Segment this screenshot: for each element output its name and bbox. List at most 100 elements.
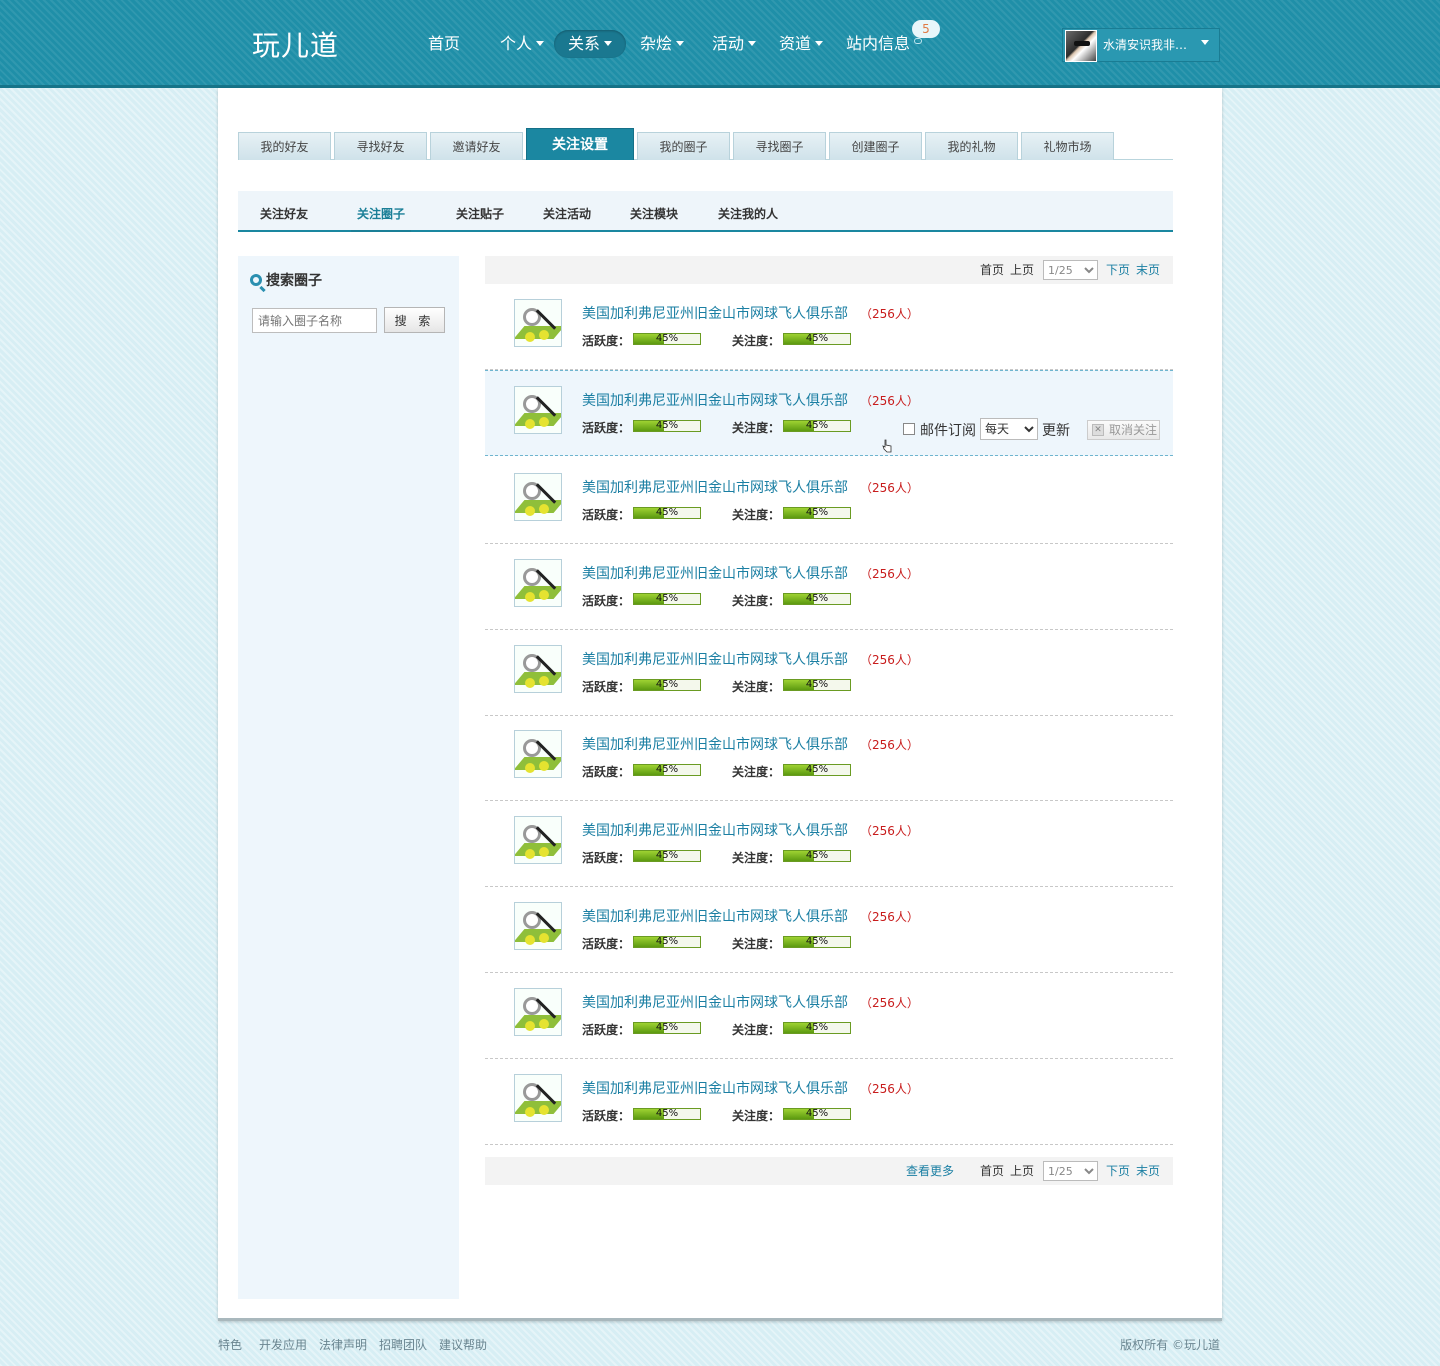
circle-name-link[interactable]: 美国加利弗尼亚州旧金山市网球飞人俱乐部: [582, 906, 848, 926]
circle-search-input[interactable]: [252, 308, 377, 333]
circle-thumbnail[interactable]: [514, 730, 562, 778]
tennis-ball-graphic: [525, 419, 535, 429]
nav-personal[interactable]: 个人: [494, 30, 550, 58]
pager-last[interactable]: 末页: [1136, 1157, 1160, 1185]
frequency-select[interactable]: 每天: [980, 418, 1038, 440]
tab-my-circles[interactable]: 我的圈子: [637, 132, 730, 160]
subtab-follow-events[interactable]: 关注活动: [541, 191, 593, 230]
circle-name-link[interactable]: 美国加利弗尼亚州旧金山市网球飞人俱乐部: [582, 390, 848, 410]
activity-percent: 45%: [655, 936, 679, 947]
circle-name-link[interactable]: 美国加利弗尼亚州旧金山市网球飞人俱乐部: [582, 820, 848, 840]
footer-link-features[interactable]: 特色: [218, 1336, 242, 1353]
member-count: （256人）: [860, 910, 919, 924]
tab-follow-settings[interactable]: 关注设置: [526, 128, 634, 160]
circle-thumbnail[interactable]: [514, 816, 562, 864]
tab-find-circles[interactable]: 寻找圈子: [733, 132, 826, 160]
attention-progress-bar: 45%: [783, 593, 851, 605]
circle-name-link[interactable]: 美国加利弗尼亚州旧金山市网球飞人俱乐部: [582, 477, 848, 497]
circle-thumbnail[interactable]: [514, 1074, 562, 1122]
tennis-ball-graphic: [525, 678, 535, 688]
circle-thumbnail[interactable]: [514, 473, 562, 521]
pager-prev[interactable]: 上页: [1010, 1157, 1034, 1185]
page-select[interactable]: 1/25: [1043, 260, 1098, 280]
circle-name-link[interactable]: 美国加利弗尼亚州旧金山市网球飞人俱乐部: [582, 303, 848, 323]
secondary-tabs: 关注好友 关注圈子 关注贴子 关注活动 关注模块 关注我的人: [238, 191, 1173, 232]
attention-label: 关注度：: [732, 1023, 781, 1037]
member-count: （256人）: [860, 653, 919, 667]
circle-thumbnail[interactable]: [514, 386, 562, 434]
footer-link-feedback[interactable]: 建议帮助: [439, 1336, 487, 1353]
tab-find-friends[interactable]: 寻找好友: [334, 132, 427, 160]
tab-gift-market[interactable]: 礼物市场: [1021, 132, 1114, 160]
circle-thumbnail[interactable]: [514, 902, 562, 950]
member-count: （256人）: [860, 738, 919, 752]
list-item: 美国加利弗尼亚州旧金山市网球飞人俱乐部 （256人） 活跃度： 45% 关注度： 45%: [485, 801, 1173, 887]
subtab-follow-circles[interactable]: 关注圈子: [351, 191, 411, 232]
footer-link-dev-apps[interactable]: 开发应用: [259, 1336, 307, 1353]
activity-progress-bar: 45%: [633, 1022, 701, 1034]
circle-thumbnail[interactable]: [514, 645, 562, 693]
circle-name-link[interactable]: 美国加利弗尼亚州旧金山市网球飞人俱乐部: [582, 649, 848, 669]
nav-messages[interactable]: 站内信息: [840, 30, 916, 58]
attention-progress-bar: 45%: [783, 333, 851, 345]
user-menu[interactable]: 水清安识我非…: [1062, 28, 1220, 62]
pager-prev[interactable]: 上页: [1010, 256, 1034, 284]
subtab-followers[interactable]: 关注我的人: [715, 191, 781, 230]
subtab-follow-posts[interactable]: 关注贴子: [454, 191, 506, 230]
view-more-link[interactable]: 查看更多: [906, 1157, 954, 1185]
tennis-ball-graphic: [525, 763, 535, 773]
attention-percent: 45%: [805, 1022, 829, 1033]
nav-home[interactable]: 首页: [422, 30, 466, 58]
footer-link-legal[interactable]: 法律声明: [319, 1336, 367, 1353]
circle-name-link[interactable]: 美国加利弗尼亚州旧金山市网球飞人俱乐部: [582, 563, 848, 583]
activity-label: 活跃度：: [582, 765, 631, 779]
sidebar-title: 搜索圈子: [250, 270, 322, 290]
subtab-follow-friends[interactable]: 关注好友: [258, 191, 310, 230]
attention-percent: 45%: [805, 420, 829, 431]
subtab-follow-modules[interactable]: 关注模块: [628, 191, 680, 230]
pager-first[interactable]: 首页: [980, 256, 1004, 284]
activity-progress-bar: 45%: [633, 764, 701, 776]
list-item: 美国加利弗尼亚州旧金山市网球飞人俱乐部 （256人） 活跃度： 45% 关注度： 45%: [485, 887, 1173, 973]
tennis-ball-graphic: [539, 590, 549, 600]
chat-bubble-icon: [914, 38, 922, 44]
nav-relations[interactable]: 关系: [554, 30, 627, 58]
tab-my-friends[interactable]: 我的好友: [238, 132, 331, 160]
nav-events[interactable]: 活动: [706, 30, 762, 58]
sidebar-title-label: 搜索圈子: [266, 273, 322, 289]
pager-next[interactable]: 下页: [1106, 1157, 1130, 1185]
mail-subscribe-checkbox[interactable]: [903, 423, 915, 435]
circle-thumbnail[interactable]: [514, 988, 562, 1036]
tab-invite-friends[interactable]: 邀请好友: [430, 132, 523, 160]
activity-progress-bar: 45%: [633, 679, 701, 691]
pager-bottom: 查看更多 首页 上页 1/25 下页 末页: [485, 1157, 1173, 1185]
circle-thumbnail[interactable]: [514, 559, 562, 607]
avatar[interactable]: [1065, 30, 1097, 62]
pager-last[interactable]: 末页: [1136, 256, 1160, 284]
nav-relations-label: 关系: [568, 34, 601, 53]
nav-misc[interactable]: 杂烩: [634, 30, 690, 58]
close-icon: ✕: [1092, 424, 1104, 436]
message-count-badge[interactable]: 5: [912, 20, 940, 38]
member-count: （256人）: [860, 824, 919, 838]
unfollow-button[interactable]: ✕ 取消关注: [1087, 420, 1160, 440]
pager-first[interactable]: 首页: [980, 1157, 1004, 1185]
footer-link-careers[interactable]: 招聘团队: [379, 1336, 427, 1353]
mail-subscribe-label: 邮件订阅: [920, 423, 976, 439]
attention-progress-bar: 45%: [783, 679, 851, 691]
list-item: 美国加利弗尼亚州旧金山市网球飞人俱乐部 （256人） 活跃度： 45% 关注度： 45%: [485, 458, 1173, 544]
nav-personal-label: 个人: [500, 34, 533, 53]
pager-next[interactable]: 下页: [1106, 256, 1130, 284]
search-button[interactable]: 搜 索: [384, 307, 445, 333]
circle-name-link[interactable]: 美国加利弗尼亚州旧金山市网球飞人俱乐部: [582, 1078, 848, 1098]
circle-thumbnail[interactable]: [514, 299, 562, 347]
attention-label: 关注度：: [732, 851, 781, 865]
list-item: 美国加利弗尼亚州旧金山市网球飞人俱乐部 （256人） 活跃度： 45% 关注度： 45%: [485, 973, 1173, 1059]
nav-resources[interactable]: 资道: [773, 30, 829, 58]
circle-name-link[interactable]: 美国加利弗尼亚州旧金山市网球飞人俱乐部: [582, 734, 848, 754]
site-logo[interactable]: 玩儿道: [252, 24, 339, 64]
page-select[interactable]: 1/25: [1043, 1161, 1098, 1181]
tab-my-gifts[interactable]: 我的礼物: [925, 132, 1018, 160]
circle-name-link[interactable]: 美国加利弗尼亚州旧金山市网球飞人俱乐部: [582, 992, 848, 1012]
tab-create-circle[interactable]: 创建圈子: [829, 132, 922, 160]
